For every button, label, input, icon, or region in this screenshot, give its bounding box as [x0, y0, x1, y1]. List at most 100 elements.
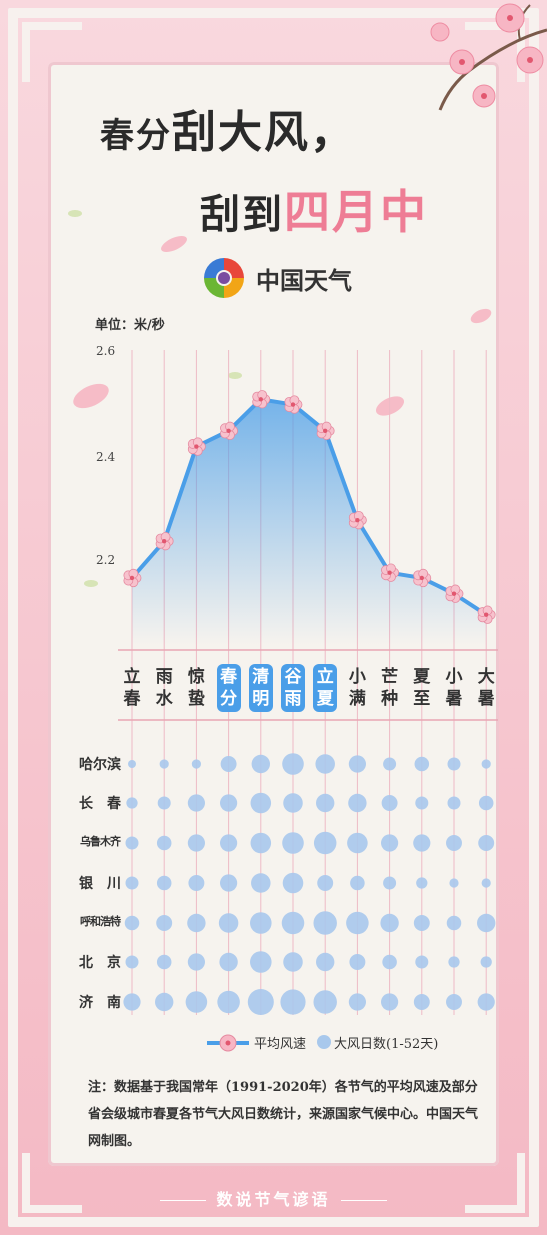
wind-days-bubble	[448, 956, 460, 968]
wind-days-bubble	[348, 993, 367, 1011]
x-tick-label: 小暑	[445, 667, 463, 709]
wind-days-bubble	[187, 834, 206, 852]
wind-days-bubble	[187, 913, 206, 933]
wind-days-bubble	[383, 757, 397, 771]
x-tick-label: 雨水	[155, 667, 173, 709]
wind-days-bubble	[283, 952, 303, 972]
wind-days-bubble	[481, 759, 491, 769]
source-note: 注：数据基于我国常年（1991-2020年）各节气的平均风速及部分省会级城市春夏…	[88, 1080, 479, 1149]
wind-days-bubble	[413, 915, 430, 931]
x-tick-label: 清明	[248, 664, 273, 712]
wind-days-bubble	[283, 793, 303, 813]
wind-days-bubble	[478, 835, 495, 851]
wind-days-bubble	[219, 874, 238, 892]
x-tick-label: 立夏	[313, 664, 338, 712]
data-point-立夏	[316, 421, 335, 440]
wind-days-bubble	[348, 755, 367, 773]
wind-days-bubble	[282, 753, 304, 775]
wind-days-bubble	[416, 877, 428, 889]
wind-days-bubble	[191, 759, 201, 769]
wind-days-bubble	[280, 989, 306, 1015]
wind-days-bubble	[217, 990, 240, 1014]
wind-days-bubble	[381, 795, 398, 811]
x-tick-label: 夏至	[413, 667, 431, 709]
wind-days-bubble	[446, 835, 462, 851]
city-label: 银 川	[79, 876, 121, 892]
legend-bubble-icon	[317, 1035, 331, 1049]
wind-days-bubble	[449, 878, 459, 888]
x-tick-label: 惊蛰	[187, 667, 205, 709]
wind-days-bubble	[282, 832, 304, 854]
wind-days-bubble	[282, 872, 304, 894]
wind-days-bubble	[348, 793, 367, 813]
city-label: 北 京	[79, 955, 121, 971]
legend-bubble-label: 大风日数(1-52天)	[334, 1037, 439, 1052]
wind-days-bubble	[219, 834, 238, 852]
wind-days-bubble	[481, 878, 491, 888]
wind-days-bubble	[220, 756, 237, 772]
wind-days-bubble	[317, 875, 334, 891]
data-point-大暑	[477, 605, 496, 624]
city-label: 乌鲁木齐	[80, 835, 121, 848]
x-tick-label: 立春	[123, 667, 141, 709]
wind-days-bubble	[157, 796, 171, 810]
wind-days-bubble	[414, 756, 430, 772]
wind-days-bubble	[447, 757, 461, 771]
legend-line-label: 平均风速	[254, 1037, 307, 1052]
wind-days-bubble	[415, 955, 429, 969]
wind-days-bubble	[382, 954, 397, 970]
wind-days-bubble	[350, 875, 365, 891]
wind-days-bubble	[316, 793, 335, 813]
wind-days-bubble	[316, 952, 335, 972]
wind-days-bubble	[187, 953, 206, 971]
wind-days-bubble	[478, 795, 494, 811]
wind-days-bubble	[156, 835, 172, 851]
footer-text: 数说节气谚语	[216, 1190, 331, 1209]
wind-days-bubble	[219, 794, 238, 812]
x-tick-label: 芒种	[381, 667, 399, 709]
wind-days-bubble	[156, 954, 172, 970]
wind-days-bubble	[188, 875, 205, 891]
legend-line-icon	[207, 1034, 249, 1052]
wind-days-bubble	[250, 832, 272, 854]
footer: 数说节气谚语	[0, 1186, 547, 1210]
x-tick-label: 谷雨	[281, 664, 305, 712]
city-label: 长 春	[79, 796, 121, 812]
wind-days-bubble	[313, 990, 337, 1014]
wind-days-bubble	[313, 911, 337, 935]
wind-days-bubble	[415, 796, 429, 810]
wind-days-bubble	[413, 834, 431, 852]
x-tick-label: 大暑	[477, 667, 495, 709]
x-tick-label: 春分	[216, 664, 241, 712]
wind-days-bubble	[250, 912, 272, 934]
wind-days-bubble	[251, 754, 270, 774]
wind-days-bubble	[281, 911, 305, 935]
wind-days-bubble	[155, 992, 174, 1012]
wind-days-bubble	[156, 875, 172, 891]
wind-days-bubble	[383, 876, 397, 890]
wind-area	[132, 399, 487, 645]
wind-days-bubble	[251, 873, 271, 893]
wind-days-bubble	[247, 988, 274, 1016]
city-label: 哈尔滨	[79, 757, 121, 773]
wind-days-bubble	[313, 831, 337, 855]
wind-days-bubble	[477, 913, 496, 933]
wind-days-bubble	[250, 792, 272, 814]
wind-days-bubble	[380, 913, 399, 933]
wind-days-bubble	[380, 993, 399, 1011]
wind-days-bubble	[315, 754, 335, 774]
wind-days-bubble	[477, 993, 495, 1011]
wind-days-bubble	[185, 991, 208, 1013]
wind-days-bubble	[480, 956, 492, 968]
wind-days-bubble	[447, 796, 461, 810]
wind-days-bubble	[413, 994, 430, 1010]
wind-days-bubble	[446, 994, 462, 1010]
city-label: 济 南	[79, 995, 121, 1011]
wind-days-bubble	[349, 954, 366, 970]
wind-days-bubble	[347, 832, 368, 854]
city-label: 呼和浩特	[80, 915, 121, 928]
wind-days-bubble	[346, 911, 369, 935]
wind-days-bubble	[156, 915, 173, 931]
wind-days-bubble	[250, 951, 272, 973]
x-tick-label: 小满	[348, 667, 366, 709]
